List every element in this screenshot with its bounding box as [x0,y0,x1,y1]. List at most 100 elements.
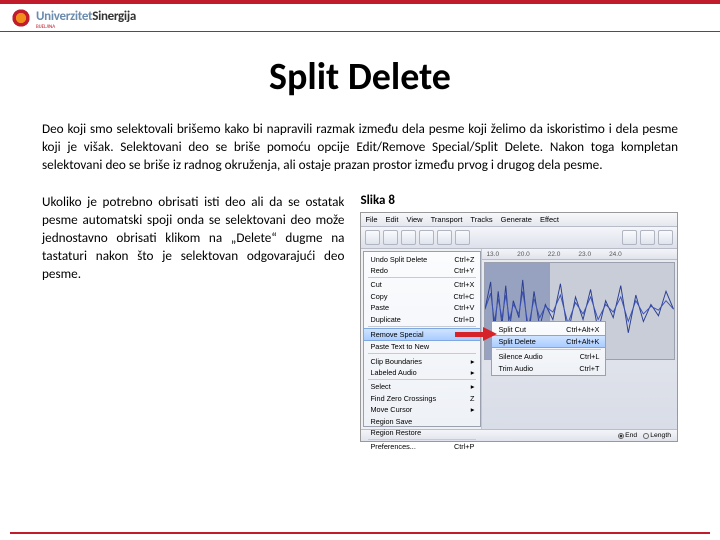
menubar-item[interactable]: Transport [431,215,463,224]
menu-item[interactable]: Clip Boundaries ▸ [364,355,480,366]
toolbar-button[interactable] [640,230,655,245]
menu-item-hint: ▸ [471,382,475,391]
menu-item-label: Region Restore [370,428,421,437]
menu-item-label: Remove Special [370,330,423,339]
toolbar-button[interactable] [401,230,416,245]
toolbar-button[interactable] [437,230,452,245]
ruler-tick: 13.0 [486,251,499,258]
paragraph-2: Ukoliko je potrebno obrisati isti deo al… [42,193,344,282]
menu-item[interactable]: Labeled Audio ▸ [364,367,480,378]
footer-rule [10,532,710,534]
app-toolbar [361,227,677,249]
menu-item-hint: Ctrl+Alt+X [566,325,599,334]
menu-item[interactable]: Region Save [364,415,480,426]
menubar-item[interactable]: Edit [386,215,399,224]
menu-item-label: Cut [370,280,381,289]
menu-item[interactable]: Preferences... Ctrl+P [364,441,480,452]
figure-caption: Slika 8 [360,193,678,208]
remove-special-submenu[interactable]: Split Cut Ctrl+Alt+X Split Delete Ctrl+Alt+… [491,321,606,376]
menu-item-label: Labeled Audio [370,368,416,377]
menu-item-hint: Ctrl+T [579,364,599,373]
ruler-tick: 24.0 [609,251,622,258]
paragraph-1: Deo koji smo selektovali brišemo kako bi… [42,120,678,173]
menu-item-hint: Ctrl+Alt+K [566,337,599,346]
menu-separator [368,379,476,380]
menu-item[interactable]: Find Zero Crossings Z [364,393,480,404]
menu-item-label: Preferences... [370,442,415,451]
menu-item[interactable]: Paste Text to New [364,341,480,352]
toolbar-button[interactable] [383,230,398,245]
menu-item-label: Silence Audio [498,352,542,361]
menu-item-hint: ▸ [471,405,475,414]
menu-item-hint: Ctrl+Y [454,266,474,275]
status-opt-length: Length [650,432,671,439]
brand-logo: UniverzitetSinergija BIJELJINA [10,6,136,30]
menu-item-label: Move Cursor [370,405,412,414]
menu-item-hint: Ctrl+L [580,352,600,361]
menu-item-label: Split Delete [498,337,535,346]
menu-item[interactable]: Select ▸ [364,381,480,392]
toolbar-button[interactable] [455,230,470,245]
menu-item[interactable]: Redo Ctrl+Y [364,265,480,276]
menu-item-hint: Z [470,394,474,403]
menu-item[interactable]: Region Restore [364,427,480,438]
menu-item-label: Clip Boundaries [370,357,422,366]
menubar-item[interactable]: Effect [540,215,559,224]
menubar-item[interactable]: File [365,215,377,224]
menubar-item[interactable]: Generate [501,215,532,224]
menu-item[interactable]: Cut Ctrl+X [364,279,480,290]
menu-item-label: Region Save [370,417,412,426]
menu-item[interactable]: Undo Split Delete Ctrl+Z [364,253,480,264]
menu-item-hint: Ctrl+X [454,280,474,289]
ruler-tick: 20.0 [517,251,530,258]
header-bar: UniverzitetSinergija BIJELJINA [0,0,720,32]
app-menubar: File Edit View Transport Tracks Generate Effec… [361,213,677,227]
menu-item-hint: Ctrl+P [454,442,474,451]
page-title: Split Delete [0,54,720,100]
menu-item[interactable]: Split Cut Ctrl+Alt+X [492,323,605,334]
menu-item-hint: Ctrl+D [454,315,475,324]
menu-item-label: Undo Split Delete [370,255,427,264]
menu-item-label: Paste [370,303,389,312]
app-screenshot: File Edit View Transport Tracks Generate Effec… [360,212,678,442]
menu-item[interactable]: Trim Audio Ctrl+T [492,363,605,374]
menu-item-hint: Ctrl+C [454,292,475,301]
menu-item-label: Trim Audio [498,364,533,373]
time-ruler: 13.0 20.0 22.0 23.0 24.0 [482,249,677,260]
menu-item[interactable]: Duplicate Ctrl+D [364,313,480,324]
menu-separator [368,326,476,327]
menu-item-label: Paste Text to New [370,342,429,351]
menu-item-label: Redo [370,266,387,275]
toolbar-button[interactable] [658,230,673,245]
menu-item-label: Select [370,382,390,391]
toolbar-button[interactable] [365,230,380,245]
menu-item[interactable]: Silence Audio Ctrl+L [492,351,605,362]
brand-text: UniverzitetSinergija [36,9,136,24]
menu-item-label: Split Cut [498,325,526,334]
menu-separator [368,353,476,354]
menu-item-label: Find Zero Crossings [370,394,436,403]
menu-item[interactable]: Split Delete Ctrl+Alt+K [492,335,605,348]
brand-sub: BIJELJINA [36,25,136,30]
toolbar-button[interactable] [419,230,434,245]
toolbar-button[interactable] [622,230,637,245]
menu-item-hint: Ctrl+V [454,303,474,312]
radio-icon[interactable] [618,433,624,439]
menu-item[interactable]: Paste Ctrl+V [364,302,480,313]
logo-icon [10,7,32,29]
ruler-tick: 22.0 [548,251,561,258]
status-opt-end: End [625,432,637,439]
menu-item[interactable]: Move Cursor ▸ [364,404,480,415]
menu-item-hint: ▸ [471,357,475,366]
menu-item-hint: Ctrl+Z [454,255,474,264]
menu-item[interactable]: Copy Ctrl+C [364,291,480,302]
menu-separator [368,277,476,278]
menubar-item[interactable]: Tracks [470,215,492,224]
menu-item-label: Copy [370,292,387,301]
menu-item-hint: ▸ [471,368,475,377]
ruler-tick: 23.0 [578,251,591,258]
menubar-item[interactable]: View [406,215,422,224]
menu-separator [496,349,601,350]
radio-icon[interactable] [643,433,649,439]
menu-item-label: Duplicate [370,315,400,324]
